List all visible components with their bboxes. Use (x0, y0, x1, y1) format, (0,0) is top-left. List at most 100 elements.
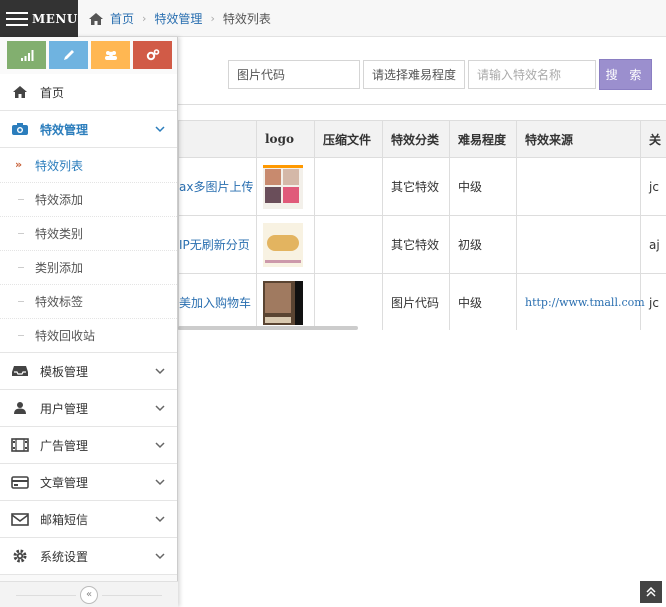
search-button[interactable]: 搜 索 (599, 59, 652, 90)
top-bar: MENU 首页 › 特效管理 › 特效列表 (0, 0, 666, 37)
zip-cell (314, 273, 383, 330)
column-header-extra: 关 (640, 120, 666, 158)
effect-thumbnail[interactable] (263, 280, 303, 325)
effect-name-link[interactable]: IP无刷新分页 (178, 215, 257, 274)
effects-table: logo 压缩文件 特效分类 难易程度 特效来源 关 ax多图片上传 其它特效 … (178, 120, 666, 330)
credit-card-icon (11, 475, 29, 489)
tree-dash (18, 199, 24, 200)
search-bar: 图片代码 请选择难易程度 请输入特效名称 搜 索 (228, 59, 652, 90)
chevron-down-icon (155, 442, 165, 449)
user-icon (11, 401, 29, 415)
difficulty-cell: 初级 (449, 215, 517, 274)
sidebar-collapse-bar: « (0, 581, 178, 607)
effect-thumbnail[interactable] (263, 164, 303, 209)
sidebar-item-effects[interactable]: 特效管理 (0, 111, 177, 148)
breadcrumb-section-link[interactable]: 特效管理 (154, 10, 202, 27)
difficulty-select[interactable]: 请选择难易程度 (363, 60, 465, 89)
submenu-item-label: 特效标签 (35, 295, 84, 309)
effect-name-input[interactable]: 请输入特效名称 (468, 60, 596, 89)
home-icon (89, 12, 103, 25)
difficulty-cell: 中级 (449, 273, 517, 330)
difficulty-cell: 中级 (449, 157, 517, 216)
breadcrumb-current: 特效列表 (222, 12, 271, 26)
submenu-item-category-add[interactable]: 类别添加 (0, 250, 177, 284)
effects-table-container[interactable]: logo 压缩文件 特效分类 难易程度 特效来源 关 ax多图片上传 其它特效 … (178, 120, 666, 330)
hamburger-icon (6, 8, 28, 30)
sidebar-item-label: 特效管理 (40, 122, 89, 137)
sidebar-item-ads[interactable]: 广告管理 (0, 427, 177, 464)
gear-icon (11, 548, 29, 564)
shortcut-users-button[interactable] (91, 41, 130, 69)
back-to-top-button[interactable] (640, 581, 662, 603)
column-header-logo: logo (256, 120, 315, 158)
shortcut-stats-button[interactable] (7, 41, 46, 69)
table-header-row: logo 压缩文件 特效分类 难易程度 特效来源 关 (178, 120, 666, 158)
category-cell: 其它特效 (382, 157, 450, 216)
column-header-difficulty: 难易程度 (449, 120, 517, 158)
sidebar-item-mail[interactable]: 邮箱短信 (0, 501, 177, 538)
effect-name-link[interactable]: ax多图片上传 (178, 157, 257, 216)
chevron-down-icon (155, 479, 165, 486)
code-type-select[interactable]: 图片代码 (228, 60, 360, 89)
zip-cell (314, 215, 383, 274)
extra-cell: aj (640, 215, 666, 274)
tree-dash (18, 301, 24, 302)
double-angle-left-icon[interactable]: « (80, 585, 98, 604)
submenu-item-effect-categories[interactable]: 特效类别 (0, 216, 177, 250)
submenu-item-effect-recycle[interactable]: 特效回收站 (0, 318, 177, 352)
sidebar-item-articles[interactable]: 文章管理 (0, 464, 177, 501)
logo-cell (256, 273, 315, 330)
sidebar-item-home[interactable]: 首页 (0, 74, 177, 111)
shortcut-settings-button[interactable] (133, 41, 172, 69)
submenu-item-effect-tags[interactable]: 特效标签 (0, 284, 177, 318)
effect-name-link[interactable]: 美加入购物车 (178, 273, 257, 330)
column-header-category: 特效分类 (382, 120, 450, 158)
submenu-item-effect-list[interactable]: » 特效列表 (0, 148, 177, 182)
logo-cell (256, 215, 315, 274)
tree-dash (18, 267, 24, 268)
breadcrumb-separator-icon: › (142, 12, 147, 25)
effects-submenu: » 特效列表 特效添加 特效类别 类别添加 特效标签 特效回收站 (0, 148, 177, 353)
submenu-item-label: 特效类别 (35, 227, 84, 241)
sidebar-item-label: 广告管理 (40, 438, 89, 453)
chevron-down-icon (155, 553, 165, 560)
sidebar-item-label: 邮箱短信 (40, 512, 89, 527)
shortcut-edit-button[interactable] (49, 41, 88, 69)
sidebar-item-label: 系统设置 (40, 549, 89, 564)
sidebar-item-settings[interactable]: 系统设置 (0, 538, 177, 575)
effect-thumbnail[interactable] (263, 222, 303, 267)
submenu-item-label: 特效添加 (35, 193, 84, 207)
envelope-icon (11, 512, 29, 526)
film-icon (11, 438, 29, 452)
chevron-up-icon (155, 126, 165, 133)
sidebar: 首页 特效管理 » 特效列表 特效添加 特效类别 类别添加 特效标签 特效回收站 (0, 37, 178, 607)
double-angle-up-icon (646, 587, 656, 597)
home-icon (11, 85, 29, 99)
horizontal-scrollbar[interactable] (178, 326, 358, 330)
sidebar-item-templates[interactable]: 模板管理 (0, 353, 177, 390)
divider (16, 595, 76, 596)
cogs-icon (146, 49, 159, 61)
sidebar-item-label: 用户管理 (40, 401, 89, 416)
source-link[interactable]: http://www.tmall.com (516, 273, 645, 330)
category-cell: 图片代码 (382, 273, 450, 330)
signal-icon (20, 50, 33, 61)
submenu-item-effect-add[interactable]: 特效添加 (0, 182, 177, 216)
column-header-zip: 压缩文件 (314, 120, 383, 158)
sidebar-item-label: 首页 (40, 85, 65, 100)
table-row: ax多图片上传 其它特效 中级 jc (178, 157, 666, 216)
sidebar-item-users[interactable]: 用户管理 (0, 390, 177, 427)
menu-label: MENU (32, 11, 78, 26)
source-cell (516, 157, 641, 216)
tree-dash (18, 335, 24, 336)
column-header-source: 特效来源 (516, 120, 641, 158)
menu-toggle-button[interactable]: MENU (0, 0, 78, 37)
logo-cell (256, 157, 315, 216)
double-angle-right-icon: » (15, 158, 23, 171)
users-icon (104, 51, 117, 60)
sidebar-shortcuts (0, 37, 177, 74)
sidebar-item-label: 文章管理 (40, 475, 89, 490)
chevron-down-icon (155, 368, 165, 375)
chevron-down-icon (155, 516, 165, 523)
breadcrumb-home-link[interactable]: 首页 (110, 10, 134, 27)
